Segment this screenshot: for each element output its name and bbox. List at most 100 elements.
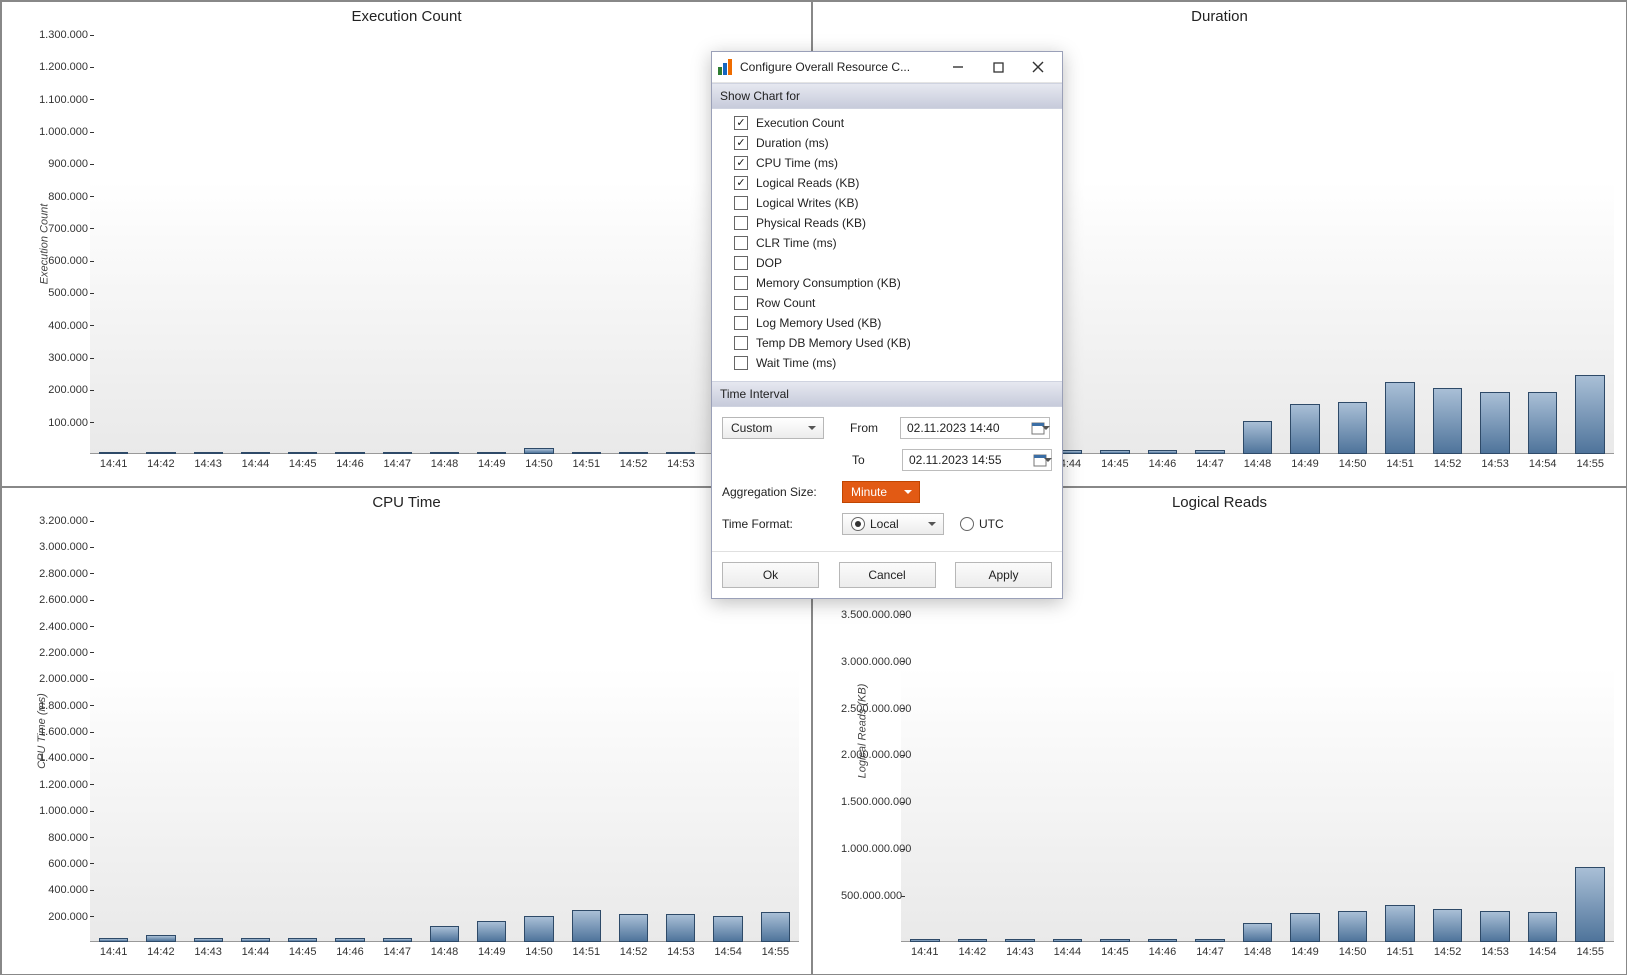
bar[interactable] — [99, 452, 128, 454]
bar[interactable] — [524, 916, 553, 942]
checkbox-dop[interactable]: DOP — [720, 253, 1054, 273]
checkbox-box[interactable] — [734, 356, 748, 370]
checkbox-clr-time-ms-[interactable]: CLR Time (ms) — [720, 233, 1054, 253]
bar[interactable] — [430, 926, 459, 942]
bar[interactable] — [241, 452, 270, 454]
to-datetime-field[interactable]: 02.11.2023 14:55 — [902, 449, 1052, 471]
checkbox-log-memory-used-kb-[interactable]: Log Memory Used (KB) — [720, 313, 1054, 333]
bar[interactable] — [1290, 404, 1319, 454]
time-format-local-radio[interactable]: Local — [842, 513, 944, 535]
bar[interactable] — [1480, 392, 1509, 454]
checkbox-wait-time-ms-[interactable]: Wait Time (ms) — [720, 353, 1054, 373]
bar[interactable] — [288, 452, 317, 454]
bar[interactable] — [1195, 450, 1224, 454]
checkbox-logical-writes-kb-[interactable]: Logical Writes (KB) — [720, 193, 1054, 213]
x-tick: 14:45 — [1101, 946, 1129, 958]
time-format-utc-radio[interactable]: UTC — [960, 517, 1004, 531]
bar[interactable] — [1385, 382, 1414, 454]
bar[interactable] — [1338, 402, 1367, 455]
bar[interactable] — [1528, 912, 1557, 942]
checkbox-box[interactable] — [734, 176, 748, 190]
checkbox-box[interactable] — [734, 316, 748, 330]
bar[interactable] — [1053, 939, 1082, 942]
checkbox-execution-count[interactable]: Execution Count — [720, 113, 1054, 133]
close-button[interactable] — [1018, 54, 1058, 80]
bar[interactable] — [194, 938, 223, 942]
bar[interactable] — [99, 938, 128, 942]
checkbox-box[interactable] — [734, 336, 748, 350]
maximize-button[interactable] — [978, 54, 1018, 80]
bar[interactable] — [477, 921, 506, 942]
checkbox-box[interactable] — [734, 156, 748, 170]
bar[interactable] — [524, 448, 553, 454]
chart-plot-area[interactable] — [90, 34, 799, 454]
checkbox-logical-reads-kb-[interactable]: Logical Reads (KB) — [720, 173, 1054, 193]
from-datetime-field[interactable]: 02.11.2023 14:40 — [900, 417, 1050, 439]
bar[interactable] — [288, 938, 317, 942]
checkbox-physical-reads-kb-[interactable]: Physical Reads (KB) — [720, 213, 1054, 233]
checkbox-box[interactable] — [734, 296, 748, 310]
bar[interactable] — [958, 939, 987, 942]
ok-button[interactable]: Ok — [722, 562, 819, 588]
bar[interactable] — [194, 452, 223, 454]
x-tick: 14:45 — [1101, 458, 1129, 470]
bar[interactable] — [383, 938, 412, 942]
bar[interactable] — [1148, 939, 1177, 942]
bar[interactable] — [1433, 388, 1462, 454]
dialog-button-bar: Ok Cancel Apply — [712, 551, 1062, 598]
bar[interactable] — [1385, 905, 1414, 943]
bar[interactable] — [666, 452, 695, 454]
aggregation-select[interactable]: Minute — [842, 481, 920, 503]
bar[interactable] — [619, 452, 648, 454]
checkbox-box[interactable] — [734, 236, 748, 250]
time-range-select[interactable]: Custom — [722, 417, 824, 439]
checkbox-box[interactable] — [734, 276, 748, 290]
checkbox-box[interactable] — [734, 136, 748, 150]
checkbox-memory-consumption-kb-[interactable]: Memory Consumption (KB) — [720, 273, 1054, 293]
checkbox-box[interactable] — [734, 216, 748, 230]
bar[interactable] — [1433, 909, 1462, 942]
bar[interactable] — [335, 452, 364, 454]
chart-plot-area[interactable] — [90, 520, 799, 942]
bar[interactable] — [1243, 421, 1272, 454]
bar[interactable] — [1100, 939, 1129, 942]
bar[interactable] — [146, 935, 175, 942]
bar[interactable] — [666, 914, 695, 942]
bar[interactable] — [910, 939, 939, 942]
bar[interactable] — [572, 910, 601, 942]
bar[interactable] — [1575, 375, 1604, 454]
bar[interactable] — [477, 452, 506, 454]
checkbox-box[interactable] — [734, 256, 748, 270]
checkbox-box[interactable] — [734, 116, 748, 130]
bar[interactable] — [619, 914, 648, 942]
bar[interactable] — [1148, 450, 1177, 454]
bar[interactable] — [241, 938, 270, 942]
dialog-titlebar[interactable]: Configure Overall Resource C... — [712, 52, 1062, 83]
bar[interactable] — [1338, 911, 1367, 942]
bar[interactable] — [572, 452, 601, 454]
bar[interactable] — [761, 912, 790, 942]
checkbox-duration-ms-[interactable]: Duration (ms) — [720, 133, 1054, 153]
x-tick: 14:49 — [478, 946, 506, 958]
bar[interactable] — [1290, 913, 1319, 942]
checkbox-box[interactable] — [734, 196, 748, 210]
bar[interactable] — [383, 452, 412, 454]
bar[interactable] — [1243, 923, 1272, 942]
minimize-button[interactable] — [938, 54, 978, 80]
bar[interactable] — [1100, 450, 1129, 454]
bar[interactable] — [1195, 939, 1224, 942]
checkbox-temp-db-memory-used-kb-[interactable]: Temp DB Memory Used (KB) — [720, 333, 1054, 353]
bar[interactable] — [713, 916, 742, 942]
bar[interactable] — [1005, 939, 1034, 942]
apply-button[interactable]: Apply — [955, 562, 1052, 588]
bar[interactable] — [1528, 392, 1557, 454]
checkbox-label: Memory Consumption (KB) — [756, 276, 901, 290]
bar[interactable] — [335, 938, 364, 942]
bar[interactable] — [430, 452, 459, 454]
cancel-button[interactable]: Cancel — [839, 562, 936, 588]
checkbox-row-count[interactable]: Row Count — [720, 293, 1054, 313]
bar[interactable] — [146, 452, 175, 454]
checkbox-cpu-time-ms-[interactable]: CPU Time (ms) — [720, 153, 1054, 173]
bar[interactable] — [1480, 911, 1509, 942]
bar[interactable] — [1575, 867, 1604, 942]
